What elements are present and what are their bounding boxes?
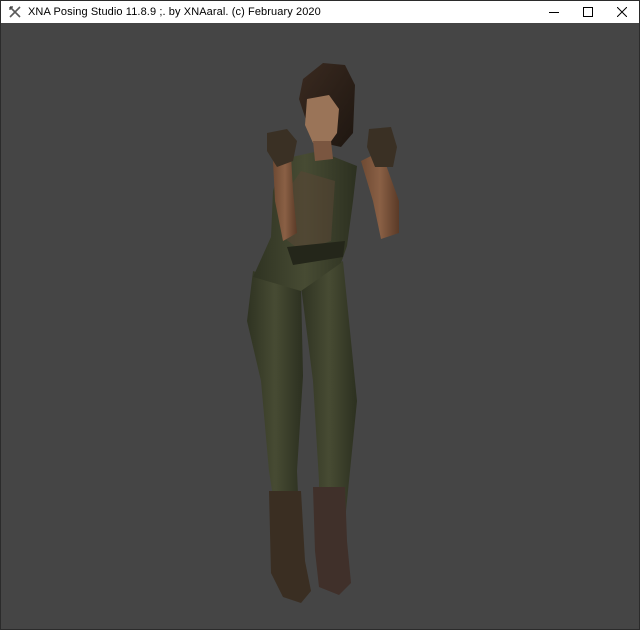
left-boot (269, 491, 311, 603)
minimize-button[interactable] (537, 1, 571, 23)
render-viewport[interactable] (1, 23, 639, 629)
maximize-icon (583, 7, 593, 17)
right-boot (313, 487, 351, 595)
app-window: XNA Posing Studio 11.8.9 ;. by XNAaral. … (0, 0, 640, 630)
close-icon (617, 7, 627, 17)
window-controls (537, 1, 639, 23)
maximize-button[interactable] (571, 1, 605, 23)
neck (313, 141, 333, 161)
window-title: XNA Posing Studio 11.8.9 ;. by XNAaral. … (28, 6, 321, 18)
close-button[interactable] (605, 1, 639, 23)
character-model[interactable] (1, 23, 639, 629)
app-icon[interactable] (8, 5, 22, 19)
minimize-icon (549, 12, 559, 13)
title-bar[interactable]: XNA Posing Studio 11.8.9 ;. by XNAaral. … (1, 1, 639, 23)
